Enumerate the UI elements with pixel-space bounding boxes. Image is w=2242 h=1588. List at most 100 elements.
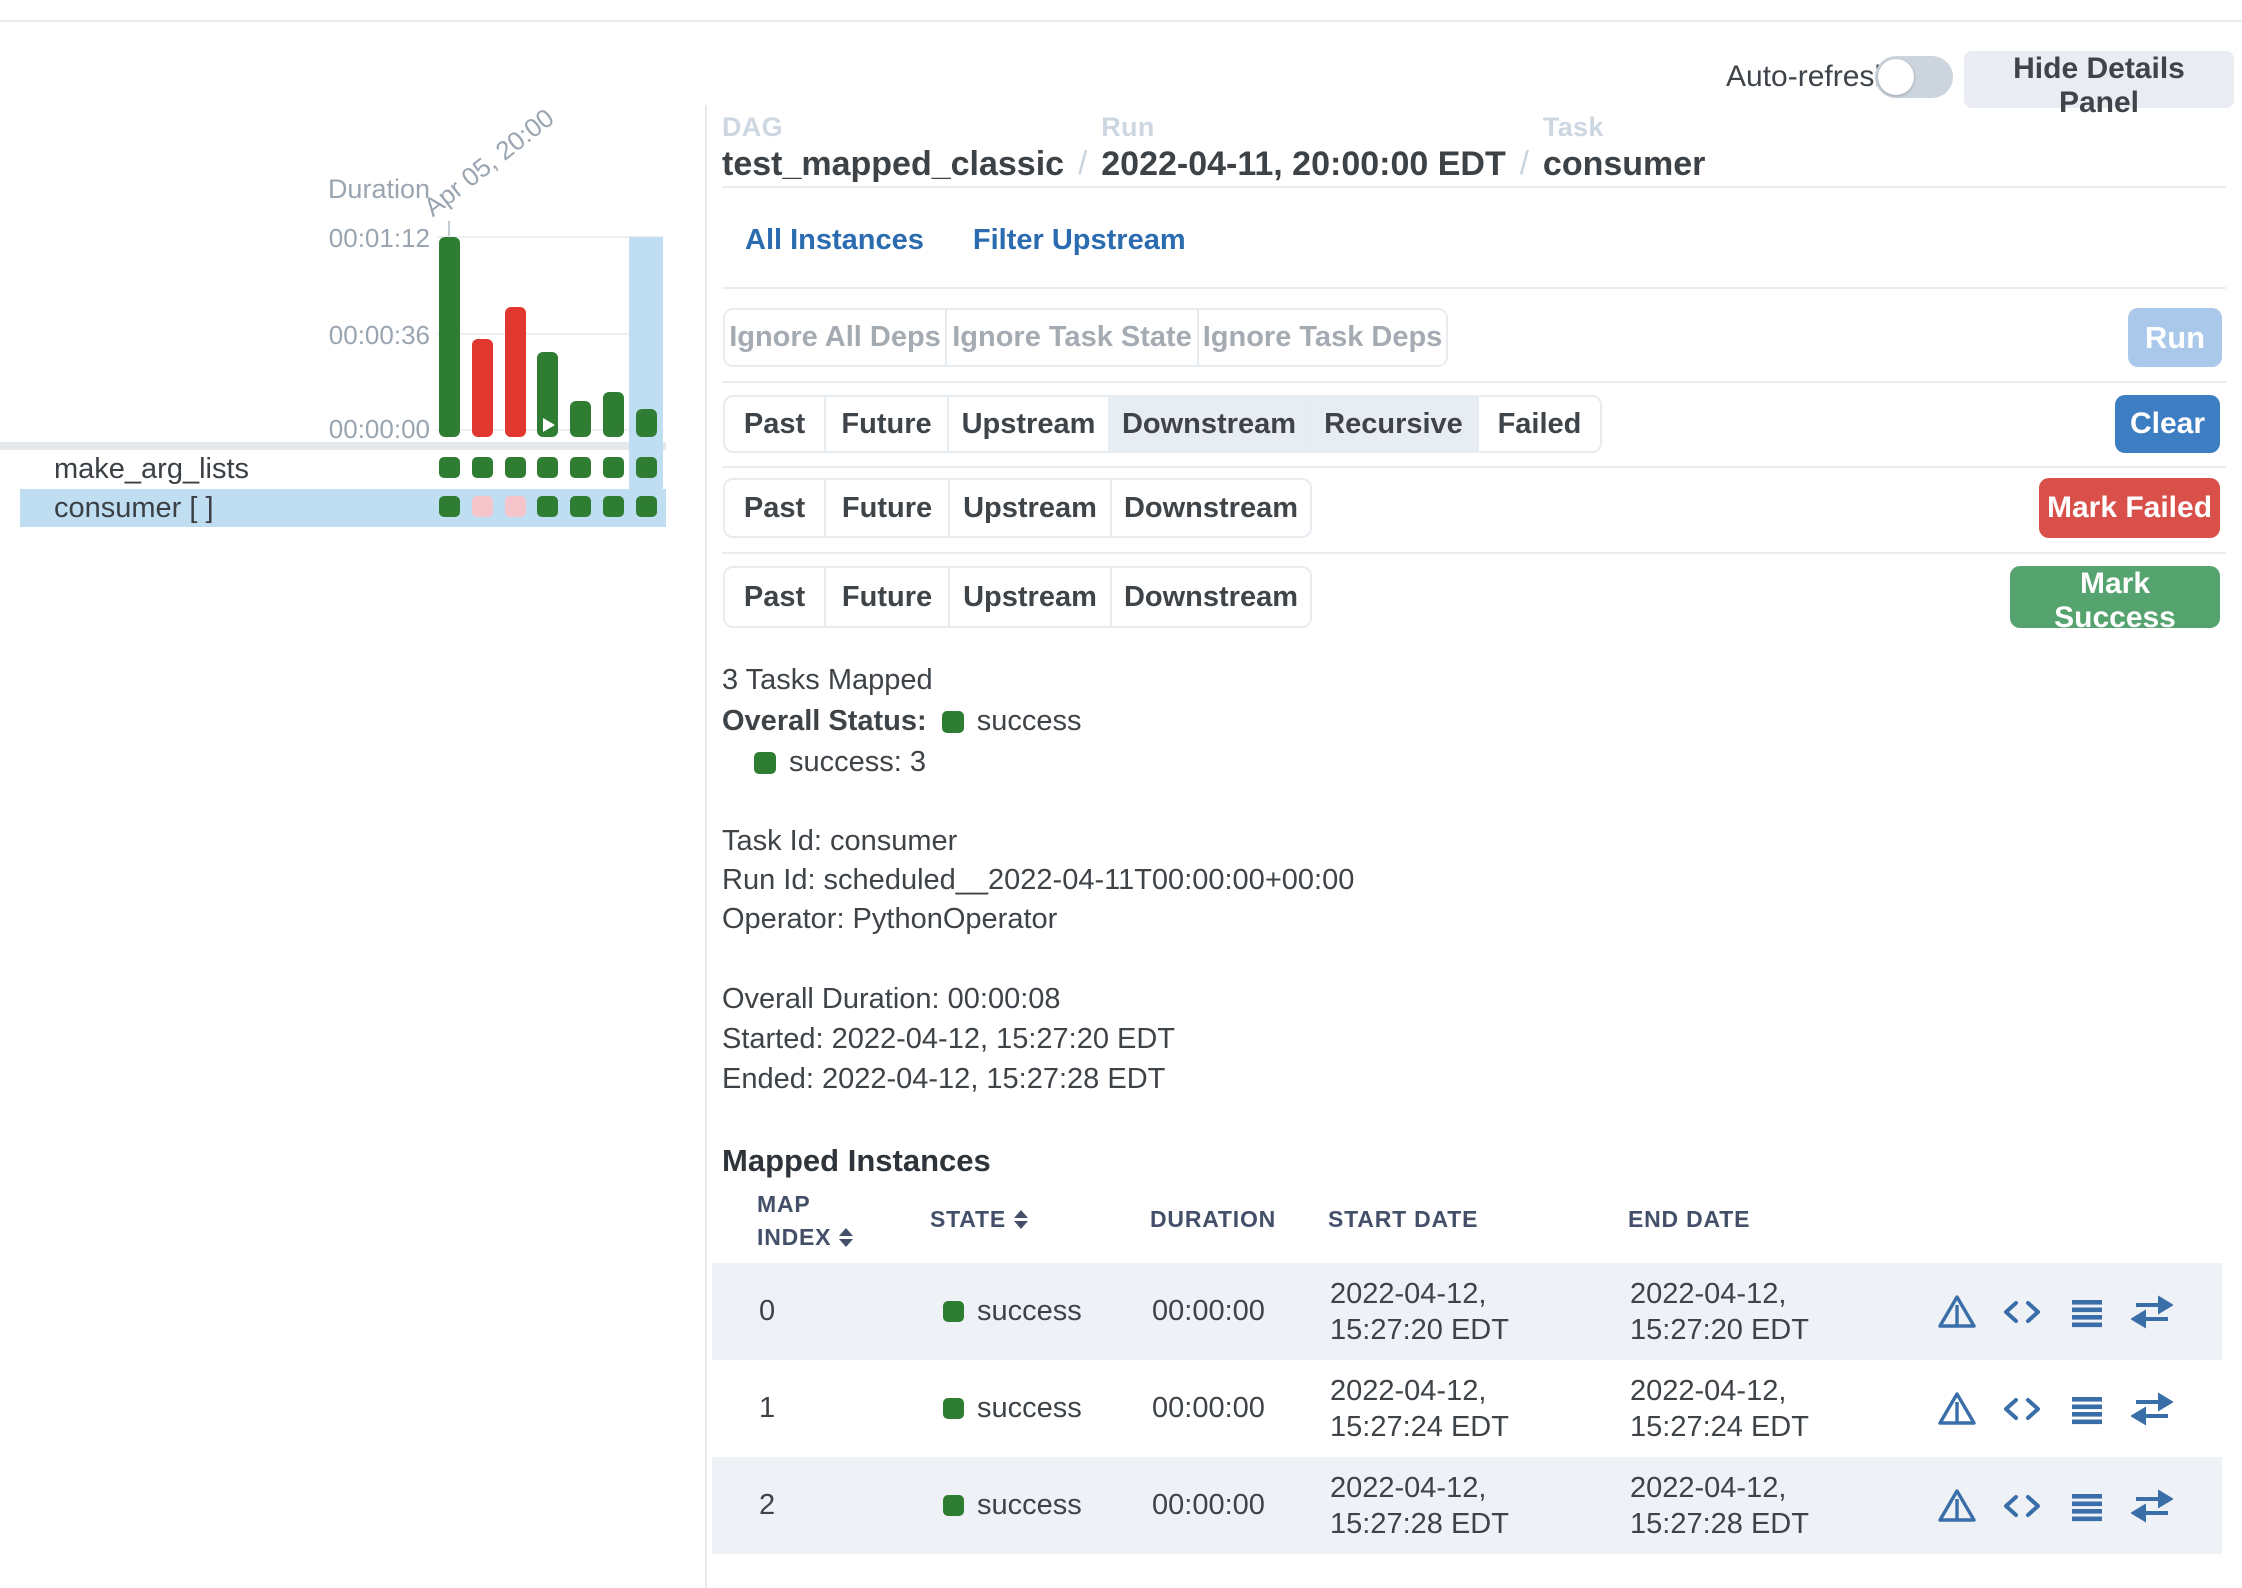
code-brackets-icon[interactable]: [2001, 1486, 2043, 1526]
start-date-cell: 2022-04-12, 15:27:24 EDT: [1330, 1360, 1509, 1457]
ignore-task-state-button[interactable]: Ignore Task State: [947, 310, 1199, 365]
clear-option-past[interactable]: Past: [725, 397, 826, 451]
task-instance-square[interactable]: [537, 496, 558, 517]
column-header-text: END DATE: [1628, 1206, 1750, 1233]
mark-success-option-future[interactable]: Future: [826, 568, 950, 626]
task-instance-square[interactable]: [570, 457, 591, 478]
run-name-link[interactable]: 2022-04-11, 20:00:00 EDT: [1101, 145, 1505, 184]
map-index-cell: 2: [759, 1457, 775, 1554]
start-date-cell: 2022-04-12, 15:27:28 EDT: [1330, 1457, 1509, 1554]
y-tick-label: 00:00:36: [250, 320, 430, 351]
task-instance-square[interactable]: [603, 496, 624, 517]
task-instance-square[interactable]: [570, 496, 591, 517]
task-instance-square[interactable]: [472, 457, 493, 478]
mark-failed-option-downstream[interactable]: Downstream: [1112, 480, 1310, 536]
details-triangle-icon[interactable]: [1937, 1486, 1977, 1526]
mark-success-option-past[interactable]: Past: [725, 568, 826, 626]
mark-success-option-downstream[interactable]: Downstream: [1112, 568, 1310, 626]
clear-button[interactable]: Clear: [2115, 395, 2220, 453]
dag-run-duration-bar[interactable]: [472, 339, 493, 437]
mapped-instance-row[interactable]: 0 success 00:00:00 2022-04-12, 15:27:20 …: [712, 1263, 2222, 1360]
xcom-swap-arrows-icon[interactable]: [2131, 1292, 2173, 1332]
success-state-square: [754, 752, 776, 774]
dag-name-link[interactable]: test_mapped_classic: [722, 145, 1064, 184]
dag-run-duration-bar[interactable]: [505, 307, 526, 437]
column-header-start-date: START DATE: [1328, 1206, 1478, 1233]
details-triangle-icon[interactable]: [1937, 1389, 1977, 1429]
task-instance-square[interactable]: [505, 496, 526, 517]
selected-run-column-band: [629, 237, 663, 527]
overall-status-value: success: [977, 705, 1082, 738]
divider: [722, 287, 2226, 289]
column-header-duration: DURATION: [1150, 1206, 1276, 1233]
dag-label: DAG: [722, 112, 1064, 143]
column-header-map-index[interactable]: MAP INDEX: [757, 1188, 853, 1254]
breadcrumb-dag: DAG test_mapped_classic: [722, 112, 1064, 184]
operator-line: Operator: PythonOperator: [722, 903, 1057, 936]
duration-cell: 00:00:00: [1152, 1457, 1265, 1554]
status-count-value: success: 3: [789, 746, 926, 779]
clear-option-upstream[interactable]: Upstream: [949, 397, 1110, 451]
tab-all-instances[interactable]: All Instances: [745, 224, 924, 257]
task-instance-square[interactable]: [439, 496, 460, 517]
tab-filter-upstream[interactable]: Filter Upstream: [973, 224, 1186, 257]
column-header-text: INDEX: [757, 1221, 831, 1254]
row-actions: [1937, 1457, 2173, 1554]
xcom-swap-arrows-icon[interactable]: [2131, 1486, 2173, 1526]
divider: [722, 186, 2226, 188]
mark-success-button[interactable]: Mark Success: [2010, 566, 2220, 628]
mark-success-option-upstream[interactable]: Upstream: [950, 568, 1112, 626]
sort-icon: [839, 1228, 853, 1247]
code-brackets-icon[interactable]: [2001, 1292, 2043, 1332]
clear-option-recursive[interactable]: Recursive: [1310, 397, 1479, 451]
dag-run-duration-bar[interactable]: [636, 409, 657, 437]
clear-option-failed[interactable]: Failed: [1479, 397, 1600, 451]
tasks-mapped-count: 3 Tasks Mapped: [722, 664, 933, 697]
task-instance-square[interactable]: [636, 496, 657, 517]
dag-run-duration-bar[interactable]: [603, 392, 624, 437]
xcom-swap-arrows-icon[interactable]: [2131, 1389, 2173, 1429]
task-instance-square[interactable]: [603, 457, 624, 478]
state-cell: success: [943, 1457, 1082, 1554]
breadcrumb-task: Task consumer: [1543, 112, 1706, 184]
breadcrumb-separator: /: [1520, 144, 1529, 184]
task-instance-square[interactable]: [472, 496, 493, 517]
task-name-link[interactable]: consumer: [1543, 145, 1706, 184]
mark-failed-option-past[interactable]: Past: [725, 480, 826, 536]
column-header-state[interactable]: STATE: [930, 1206, 1028, 1233]
ignore-task-deps-button[interactable]: Ignore Task Deps: [1199, 310, 1446, 365]
status-count-line: success: 3: [754, 746, 926, 779]
task-instance-square[interactable]: [537, 457, 558, 478]
started-line: Started: 2022-04-12, 15:27:20 EDT: [722, 1023, 1175, 1056]
dag-run-duration-bar[interactable]: [439, 237, 460, 437]
log-lines-icon[interactable]: [2067, 1389, 2107, 1429]
mark-failed-option-future[interactable]: Future: [826, 480, 950, 536]
task-instance-square[interactable]: [636, 457, 657, 478]
task-instance-square[interactable]: [505, 457, 526, 478]
mark-success-options-button-group: Past Future Upstream Downstream: [723, 566, 1312, 628]
row-actions: [1937, 1360, 2173, 1457]
clear-option-future[interactable]: Future: [826, 397, 949, 451]
log-lines-icon[interactable]: [2067, 1292, 2107, 1332]
details-panel-border: [705, 105, 707, 1588]
task-label: Task: [1543, 112, 1706, 143]
mark-failed-button[interactable]: Mark Failed: [2039, 478, 2220, 538]
run-button[interactable]: Run: [2128, 308, 2222, 367]
x-tick-mark: [448, 221, 450, 237]
log-lines-icon[interactable]: [2067, 1486, 2107, 1526]
clear-option-downstream[interactable]: Downstream: [1110, 397, 1310, 451]
code-brackets-icon[interactable]: [2001, 1389, 2043, 1429]
mapped-instance-row[interactable]: 2 success 00:00:00 2022-04-12, 15:27:28 …: [712, 1457, 2222, 1554]
instance-tabs: All Instances Filter Upstream: [745, 224, 1186, 257]
dag-run-duration-bar[interactable]: [570, 401, 591, 437]
ignore-all-deps-button[interactable]: Ignore All Deps: [725, 310, 947, 365]
mapped-instance-row[interactable]: 1 success 00:00:00 2022-04-12, 15:27:24 …: [712, 1360, 2222, 1457]
task-id-line: Task Id: consumer: [722, 825, 957, 858]
mark-failed-option-upstream[interactable]: Upstream: [950, 480, 1112, 536]
success-state-square: [942, 711, 964, 733]
y-tick-label: 00:01:12: [250, 223, 430, 254]
task-instance-square[interactable]: [439, 457, 460, 478]
details-triangle-icon[interactable]: [1937, 1292, 1977, 1332]
ended-line: Ended: 2022-04-12, 15:27:28 EDT: [722, 1063, 1165, 1096]
divider: [722, 381, 2226, 383]
